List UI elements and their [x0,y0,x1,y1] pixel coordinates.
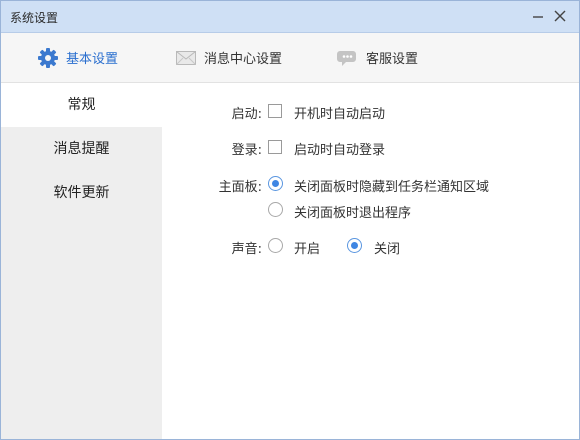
sound-off-text[interactable]: 关闭 [374,238,400,257]
main-panel-exit-text[interactable]: 关闭面板时退出程序 [294,202,411,221]
login-option-text[interactable]: 启动时自动登录 [294,139,385,158]
tab-label: 客服设置 [366,52,419,67]
title-bar[interactable]: 系统设置 [1,1,579,33]
tab-label: 基本设置 [66,52,119,67]
top-tab-bar: 基本设置 消息中心设置 客服设置 [1,33,579,83]
tab-basic-settings[interactable]: 基本设置 [37,33,118,82]
gear-icon [37,47,59,69]
main-panel-hide-text[interactable]: 关闭面板时隐藏到任务栏通知区域 [294,176,489,195]
tab-label: 消息中心设置 [204,52,283,67]
main-panel-hide-radio[interactable] [268,176,283,191]
sound-label: 声音: [231,242,262,257]
window-title: 系统设置 [10,11,59,25]
sound-on-radio[interactable] [268,238,283,253]
close-icon[interactable] [552,8,568,24]
minimize-icon[interactable] [530,8,546,24]
login-label: 登录: [231,143,262,158]
chat-bubble-icon [337,47,359,69]
tab-message-center-settings[interactable]: 消息中心设置 [175,33,282,82]
envelope-icon [175,47,197,69]
sidebar-item-general[interactable]: 常规 [1,83,162,127]
startup-label: 启动: [231,107,262,122]
sound-off-radio[interactable] [347,238,362,253]
tab-customer-service-settings[interactable]: 客服设置 [337,33,418,82]
settings-window: 系统设置 基本设置 消息中心设置 客服设置 常规 消息提醒 软件更新 启动: 开… [0,0,580,440]
startup-checkbox[interactable] [268,104,282,118]
settings-panel: 启动: 开机时自动启动 登录: 启动时自动登录 主面板: 关闭面板时隐藏到任务栏… [162,83,579,439]
sidebar-item-software-update[interactable]: 软件更新 [1,171,162,215]
main-panel-exit-radio[interactable] [268,202,283,217]
login-checkbox[interactable] [268,140,282,154]
startup-option-text[interactable]: 开机时自动启动 [294,103,385,122]
main-panel-label: 主面板: [218,180,262,195]
sound-on-text[interactable]: 开启 [294,238,320,257]
sidebar: 常规 消息提醒 软件更新 [1,83,162,439]
sidebar-item-message-reminder[interactable]: 消息提醒 [1,127,162,171]
